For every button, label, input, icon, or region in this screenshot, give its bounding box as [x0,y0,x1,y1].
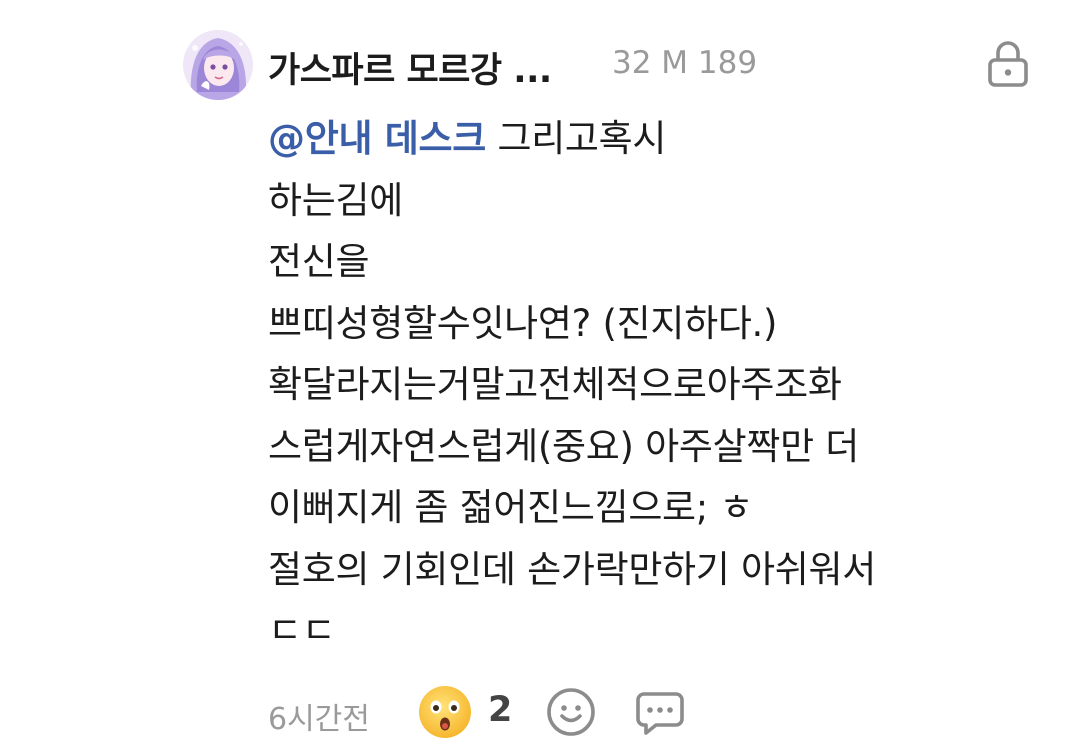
smiley-icon[interactable] [545,686,597,738]
comment-text: 그리고혹시 [497,117,667,160]
comment-body: @안내 데스크 그리고혹시 하는김에 전신을 쁘띠성형할수잇나연? (진지하다.… [268,108,1048,662]
comment-line: 확달라지는거말고전체적으로아주조화 [268,363,842,406]
avatar[interactable] [183,30,253,100]
comment-line: 전신을 [268,240,370,283]
comment-line: 절호의 기회인데 손가락만하기 아쉬워서 [268,547,876,591]
mention-link[interactable]: @안내 데스크 [268,117,486,160]
lock-icon[interactable] [985,40,1031,88]
surprised-face-emoji[interactable] [417,684,473,740]
comment-line: 스럽게자연스럽게(중요) 아주살짝만 더 [268,424,860,468]
comment-line: @안내 데스크 그리고혹시 [268,108,1048,170]
reaction-count[interactable]: 2 [488,690,512,730]
speech-bubble-icon[interactable] [634,686,686,738]
comment: 가스파르 모르강 ... 32 M 189 @안내 데스크 그리고혹시 하는김에… [0,0,1080,745]
comment-footer: 6시간전 2 [268,680,1028,742]
comment-line: ㄷㄷ [268,609,336,652]
comment-line: 쁘띠성형할수잇나연? (진지하다.) [268,301,778,345]
author-meta: 32 M 189 [612,45,758,81]
comment-line: 이뻐지게 좀 젊어진느낌으로; ㅎ [268,486,754,529]
author-name[interactable]: 가스파르 모르강 ... [268,42,552,93]
timestamp: 6시간전 [268,702,370,737]
comment-line: 하는김에 [268,178,403,222]
